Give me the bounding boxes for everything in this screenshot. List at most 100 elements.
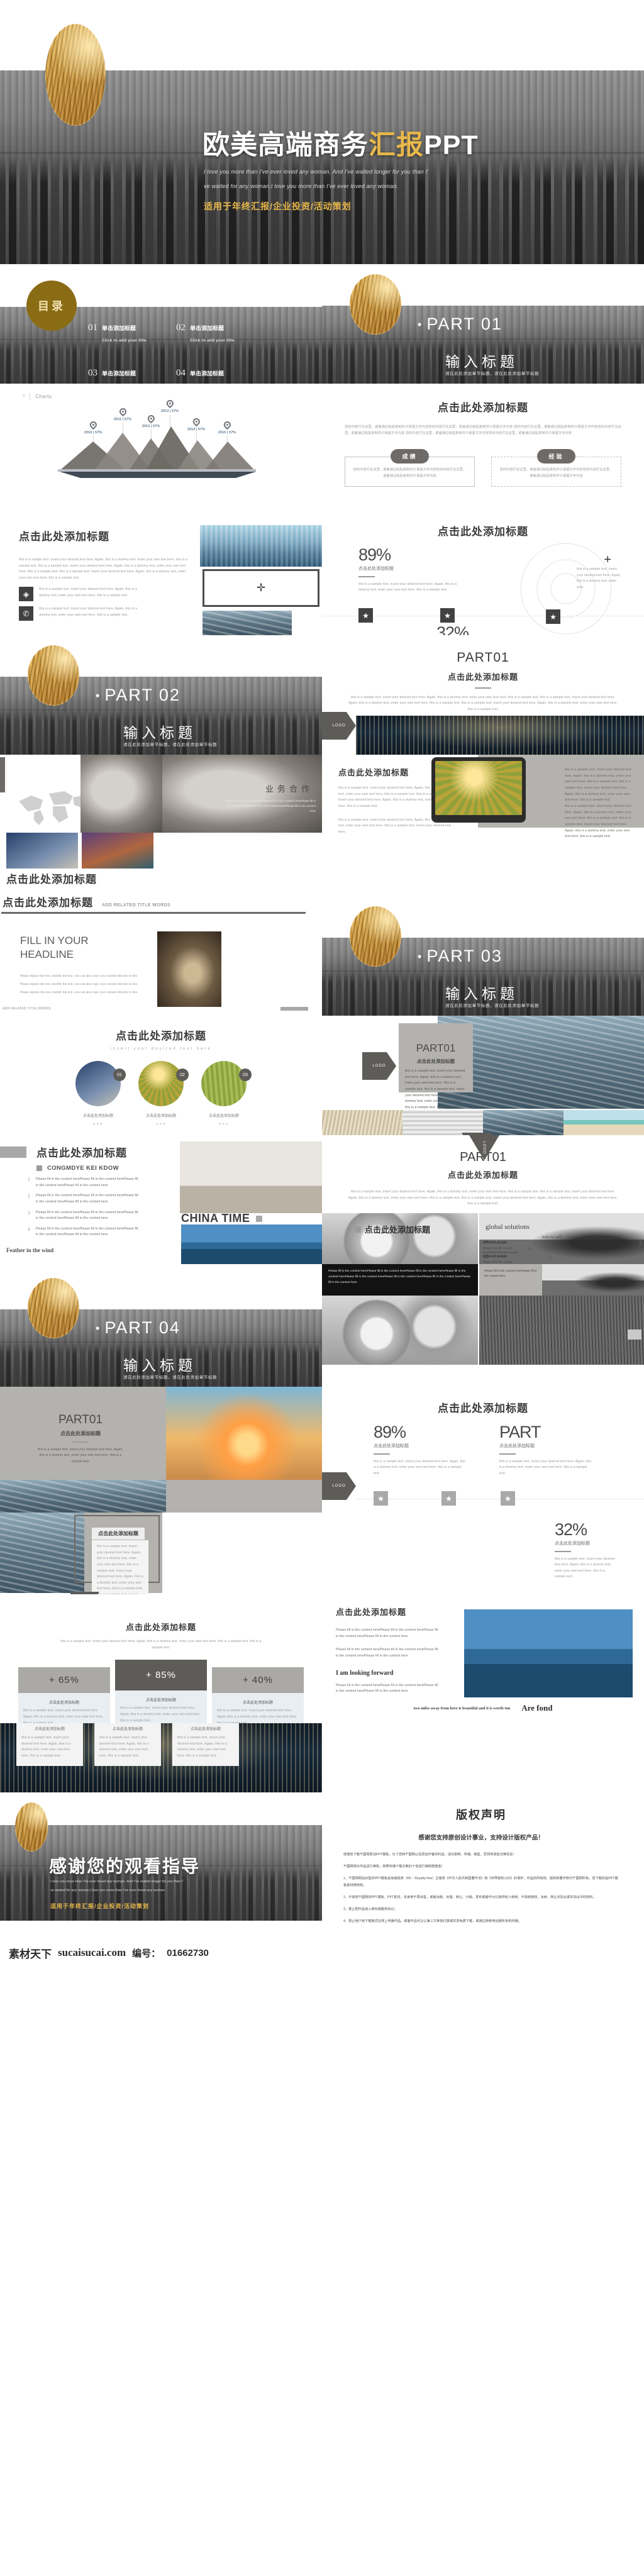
part-description: 请在此处添加章节标题，请在此处添加章节标题 bbox=[445, 372, 540, 376]
row-nightcity-cards: 点击此处添加标题 this is a sample text. insert y… bbox=[0, 1723, 644, 1792]
part-label: • PART 03 bbox=[418, 947, 502, 966]
photo-strip bbox=[322, 1110, 644, 1135]
column-body-2: Please fill in the content herePlease fi… bbox=[483, 1260, 513, 1263]
accent-bar bbox=[0, 757, 5, 792]
slide-title: 点击此处添加标题 bbox=[438, 402, 528, 414]
list-text: Please fill in the content herePlease fi… bbox=[36, 1210, 138, 1221]
square-marker-icon bbox=[256, 1215, 263, 1222]
gray-text-panel: Please fill in the content herePlease fi… bbox=[479, 1264, 542, 1296]
circle-item-03[interactable]: 03 点击此处添加标题 ■ ■ ■ bbox=[201, 1061, 252, 1125]
photo-cargo-ship bbox=[464, 1609, 633, 1697]
chart-label: Charts bbox=[35, 393, 52, 399]
part-number-title: PART01 bbox=[58, 1413, 103, 1426]
stat-value-part: PART bbox=[499, 1423, 541, 1441]
star-chip-2: ★ bbox=[441, 1491, 456, 1506]
stat-caption: 点击此处添加标题 bbox=[555, 1541, 590, 1546]
slide-footer-note: ADD RELATED TITLE WORDS bbox=[3, 1007, 52, 1011]
slide-body: this is a sample text. insert your desir… bbox=[405, 1069, 465, 1115]
stat-body: this is a sample text. insert your desir… bbox=[499, 1459, 592, 1475]
list-text: Please fill in the content herePlease fi… bbox=[36, 1194, 138, 1204]
headline-body: Please replace the text, modify the text… bbox=[20, 974, 138, 994]
column-title-1: Different people bbox=[483, 1241, 508, 1245]
percent-value-2: + 85% bbox=[115, 1660, 207, 1691]
circle-number-badge: 02 bbox=[176, 1069, 189, 1081]
star-chip-1: ★ bbox=[374, 1491, 388, 1506]
part-label-text: PART 03 bbox=[426, 947, 502, 965]
star-chip-3: ★ bbox=[501, 1491, 515, 1506]
accent-block bbox=[628, 1330, 641, 1340]
cover-title-tail: PPT bbox=[424, 130, 479, 160]
photo-man-top bbox=[542, 1264, 644, 1296]
toc-item-04[interactable]: 04 单击添加标题Click to add your title bbox=[176, 367, 252, 384]
bullet-dot-icon: • bbox=[418, 318, 423, 331]
circle-item-02[interactable]: 02 点击此处添加标题 ■ ■ ■ bbox=[138, 1061, 189, 1125]
photo-runner-sunset bbox=[166, 1387, 322, 1480]
plus-icon: ✛ bbox=[256, 582, 266, 594]
slide-cover: 欧美高端商务汇报PPT I love you more than I've ev… bbox=[0, 0, 644, 264]
toc-item-01[interactable]: 01 单击添加标题 Click to add your title bbox=[88, 322, 164, 345]
percent-value-1: + 65% bbox=[18, 1667, 110, 1694]
chart-index: 4 bbox=[23, 394, 25, 398]
card-title: 点击此处添加标题 bbox=[92, 1528, 145, 1540]
circle-photo bbox=[75, 1061, 121, 1106]
circle-item-01[interactable]: 01 点击此处添加标题 ■ ■ ■ bbox=[75, 1061, 126, 1125]
slide-three-circles: 点击此处添加标题 insert your desired text here 0… bbox=[0, 1016, 322, 1135]
date-label: 04.06 bbox=[639, 1238, 642, 1246]
photo-gears bbox=[322, 1213, 478, 1264]
row-chart-goal: 4 Charts 2010 | 57% 2011 | 57% 2012 | 57… bbox=[0, 384, 644, 506]
slide-paragraph: this is a sample text. insert your desir… bbox=[19, 558, 188, 580]
page-footer: 素材天下 sucaisucai.com 编号： 01662730 bbox=[0, 1938, 644, 1967]
toc-item-03[interactable]: 03 单击添加标题Click to add your title bbox=[88, 367, 164, 384]
paragraph-3: Please fill in the content herePlease fi… bbox=[336, 1683, 438, 1694]
list-number: 1 bbox=[28, 1177, 30, 1182]
slide-part01-intro: PART01 点击此处添加标题 this is a sample text. i… bbox=[322, 635, 644, 755]
toc-item-02[interactable]: 02 单击添加标题 Click to add your title bbox=[176, 322, 252, 345]
bullet-dot-icon: • bbox=[96, 1322, 101, 1335]
stat-body: this is a sample text. insert your desir… bbox=[374, 1459, 466, 1475]
part-title-cn: 输入标题 bbox=[123, 724, 196, 741]
list-item: 1 Please fill in the content herePlease … bbox=[28, 1177, 140, 1189]
slide-subtitle: this is a sample text. insert your desir… bbox=[60, 1640, 262, 1650]
china-time-label: CHINA TIME bbox=[181, 1212, 250, 1224]
percent-caption-3: 点击此处添加标题 bbox=[242, 1701, 273, 1706]
slide-title: 点击此处添加标题 bbox=[125, 1623, 196, 1632]
slide-tablet-showcase: 点击此处添加标题 this is a sample text. insert y… bbox=[322, 755, 644, 890]
slide-part-02-divider: • PART 02 输入标题 请在此处添加章节标题，请在此处添加章节标题 bbox=[0, 635, 322, 755]
slide-part01-sea: PART01 点击此处添加标题 this is a sample text. i… bbox=[322, 1016, 644, 1135]
list-number: 2 bbox=[28, 1193, 30, 1199]
slide-right-spacer bbox=[322, 1723, 644, 1792]
photo-grass-man bbox=[479, 1296, 644, 1365]
plan-label: plan bbox=[547, 1256, 553, 1260]
star-icon: ★ bbox=[504, 1494, 511, 1503]
photo-handshake-wide: 业务合作 Please fill in the content herePlea… bbox=[162, 755, 322, 833]
toc-label-en: Click to add your title bbox=[102, 338, 147, 343]
copyright-lead: 感谢您支持原创设计事业，支持设计版权产品！ bbox=[418, 1835, 544, 1841]
part-label: • PART 02 bbox=[96, 686, 180, 705]
photo-sea-bottom bbox=[0, 1480, 166, 1513]
slide-subtitle: insert your desired text here bbox=[110, 1047, 212, 1051]
feature-text: this is a sample text. insert your desir… bbox=[39, 607, 138, 617]
cover-english-line2: ve waited for any woman.I love you more … bbox=[204, 182, 399, 189]
photo-businessman: global solutions note to self tax plan 0… bbox=[479, 1213, 644, 1264]
business-cooperation-body: Please fill in the content herePlease fi… bbox=[226, 799, 316, 813]
circle-caption: 点击此处添加标题 bbox=[82, 1114, 113, 1118]
part-number-title: PART01 bbox=[457, 650, 509, 665]
slide-title: 点击此处添加标题 bbox=[3, 897, 93, 909]
stat-caption: 点击此处添加标题 bbox=[499, 1443, 535, 1448]
toc-label-cn: 单击添加标题 bbox=[102, 370, 136, 377]
note-to-self-label: note to self bbox=[542, 1235, 562, 1240]
row-headline-part03: 点击此处添加标题 ADD RELATED TITLE WORDS FILL IN… bbox=[0, 890, 644, 1016]
weibo-icon: ✆ bbox=[19, 606, 33, 621]
square-bullet-icon bbox=[36, 1165, 42, 1171]
photo-gear-closeup bbox=[322, 1296, 478, 1365]
slide-paragraph: this is a sample text. insert your desir… bbox=[348, 1190, 618, 1206]
column-title-2: Different people bbox=[483, 1255, 508, 1258]
toc-label-cn: 单击添加标题 bbox=[190, 370, 225, 377]
slide-32-percent: 32% 点击此处添加标题 this is a sample text. inse… bbox=[322, 1513, 644, 1594]
photo-meeting-2 bbox=[82, 833, 153, 869]
thanks-title: 感谢您的观看指导 bbox=[49, 1857, 201, 1876]
slide-subtitle: 点击此处添加标题 bbox=[447, 1170, 518, 1180]
slide-stats-89-part-32: LOGO 点击此处添加标题 89% 点击此处添加标题 this is a sam… bbox=[322, 1387, 644, 1513]
slide-title: 点击此处添加标题 bbox=[6, 874, 97, 886]
slide-part-04-divider: • PART 04 输入标题 请在此处添加章节标题，请在此处添加章节标题 bbox=[0, 1264, 322, 1387]
